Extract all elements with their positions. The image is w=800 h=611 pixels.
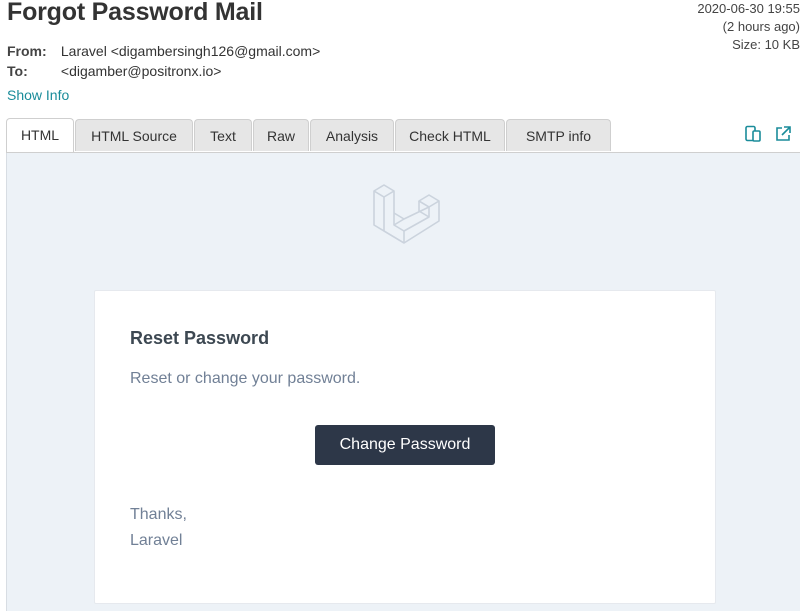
mobile-view-icon[interactable] xyxy=(744,125,762,143)
email-relative-time: (2 hours ago) xyxy=(722,19,800,34)
tab-analysis[interactable]: Analysis xyxy=(310,119,394,151)
message-body: Reset or change your password. xyxy=(130,370,361,387)
email-preview: Reset Password Reset or change your pass… xyxy=(6,153,800,611)
tab-smtp-info[interactable]: SMTP info xyxy=(506,119,611,151)
tab-html[interactable]: HTML xyxy=(6,118,74,152)
tab-text[interactable]: Text xyxy=(194,119,252,151)
message-signoff: Thanks, Laravel xyxy=(130,502,187,554)
tab-html-source[interactable]: HTML Source xyxy=(75,119,193,151)
tab-check-html[interactable]: Check HTML xyxy=(395,119,505,151)
open-external-icon[interactable] xyxy=(774,125,792,143)
to-row: To: <digamber@positronx.io> xyxy=(7,63,221,79)
email-card: Reset Password Reset or change your pass… xyxy=(94,290,716,604)
email-date: 2020-06-30 19:55 xyxy=(697,1,800,16)
signoff-thanks: Thanks, xyxy=(130,506,187,523)
message-title: Reset Password xyxy=(130,328,270,348)
from-label: From: xyxy=(7,43,47,59)
show-info-link[interactable]: Show Info xyxy=(7,87,69,103)
from-row: From: Laravel <digambersingh126@gmail.co… xyxy=(7,43,320,59)
laravel-logo-icon xyxy=(371,181,445,262)
tab-toolbar xyxy=(744,125,792,143)
change-password-button[interactable]: Change Password xyxy=(315,425,495,465)
email-meta: 2020-06-30 19:55 (2 hours ago) Size: 10 … xyxy=(697,0,800,54)
tab-raw[interactable]: Raw xyxy=(253,119,309,151)
to-label: To: xyxy=(7,63,28,79)
to-value: <digamber@positronx.io> xyxy=(60,63,222,79)
from-value: Laravel <digambersingh126@gmail.com> xyxy=(60,43,321,59)
email-size: Size: 10 KB xyxy=(732,37,800,52)
signoff-sender: Laravel xyxy=(130,532,183,549)
email-subject: Forgot Password Mail xyxy=(7,0,263,26)
view-tabs: HTML HTML Source Text Raw Analysis Check… xyxy=(6,117,800,153)
